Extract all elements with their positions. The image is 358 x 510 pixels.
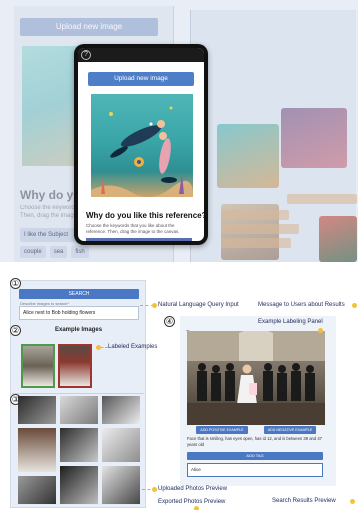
keyword-chip[interactable]: fish [71,246,89,258]
add-negative-example-button[interactable]: ADD NEGATIVE EXAMPLE [264,426,316,434]
marker-2: ② [10,325,21,336]
gallery-photo[interactable] [102,466,140,504]
canvas-label [221,238,291,248]
background-question-text: Choose the keywords. Then, drag the imag… [20,205,80,219]
reference-image[interactable] [91,94,193,197]
gallery-photo[interactable] [18,396,56,424]
canvas-label [221,210,289,220]
tag-input[interactable]: Alice [187,463,323,477]
canvas-label [287,194,357,204]
add-positive-example-button[interactable]: ADD POSITIVE EXAMPLE [196,426,248,434]
question-text: Choose the keywords that you like about … [86,223,180,234]
positive-example-photo[interactable] [21,344,55,388]
gallery-photo[interactable] [60,466,98,504]
keyword-input[interactable]: I like the Subject [20,228,82,242]
callout-dot [152,303,157,308]
marker-4: ④ [164,316,175,327]
callout-results-preview: Search Results Preview [272,498,336,504]
callout-nl-query: Natural Language Query Input [158,302,239,308]
gallery-photo[interactable] [18,428,56,472]
canvas-image-tile[interactable] [319,216,357,262]
negative-example-photo[interactable] [58,344,92,388]
gallery-photo[interactable] [102,428,140,462]
marker-1: ① [10,278,21,289]
question-circle-icon[interactable]: ? [81,50,91,60]
labeling-photo[interactable] [187,331,325,425]
callout-dot [352,303,357,308]
question-title: Why do you like this reference? [86,211,204,220]
reference-illustration [91,106,193,197]
callout-dot [194,506,199,510]
canvas-image-tile[interactable] [217,124,279,188]
callout-dot [350,499,355,504]
callout-dot [318,328,323,333]
canvas-image-tile[interactable] [281,108,347,168]
tablet-screen: ? Upload new image Why do you like this … [78,48,204,241]
tablet-top-bar [78,48,204,62]
keyword-chip-row: couple sea fish [20,246,170,260]
background-upload-button[interactable]: Upload new image [20,18,158,36]
examples-title: Example Images [55,327,103,333]
callout-dot [96,345,101,350]
gallery-photo[interactable] [102,396,140,424]
tablet-app-screenshot: Upload new image Why do you li Choose th… [0,0,358,262]
canvas-label [221,224,299,234]
callout-user-message: Message to Users about Results [258,302,345,308]
keyword-bar[interactable] [86,238,192,241]
search-button[interactable]: SEARCH [19,289,139,299]
upload-image-button[interactable]: Upload new image [88,72,194,86]
add-tag-button[interactable]: ADD TAG [187,452,323,460]
callout-labeling-panel: Example Labeling Panel [258,319,323,325]
gallery-photo[interactable] [60,428,98,462]
callout-dot [152,487,157,492]
background-canvas[interactable] [190,10,357,262]
callout-uploaded-preview: Uploaded Photos Preview [158,486,228,492]
keyword-chip[interactable]: couple [20,246,46,258]
tablet-device: ? Upload new image Why do you like this … [74,44,208,245]
query-input[interactable]: Alice next to Bob holding flowers [19,306,139,320]
face-description: Face that is smiling, has eyes open, has… [187,436,323,447]
photo-gallery [18,396,142,506]
group-photo-illustration [187,331,325,425]
photo-search-diagram: ① SEARCH Describe images to search* Alic… [0,278,358,510]
keyword-chip[interactable]: sea [49,246,68,258]
gallery-photo[interactable] [18,476,56,504]
section-divider [12,393,144,394]
callout-exported-preview: Exported Photos Preview [158,499,226,505]
gallery-photo[interactable] [60,396,98,424]
callout-labeled-examples: Labeled Examples [108,344,158,350]
